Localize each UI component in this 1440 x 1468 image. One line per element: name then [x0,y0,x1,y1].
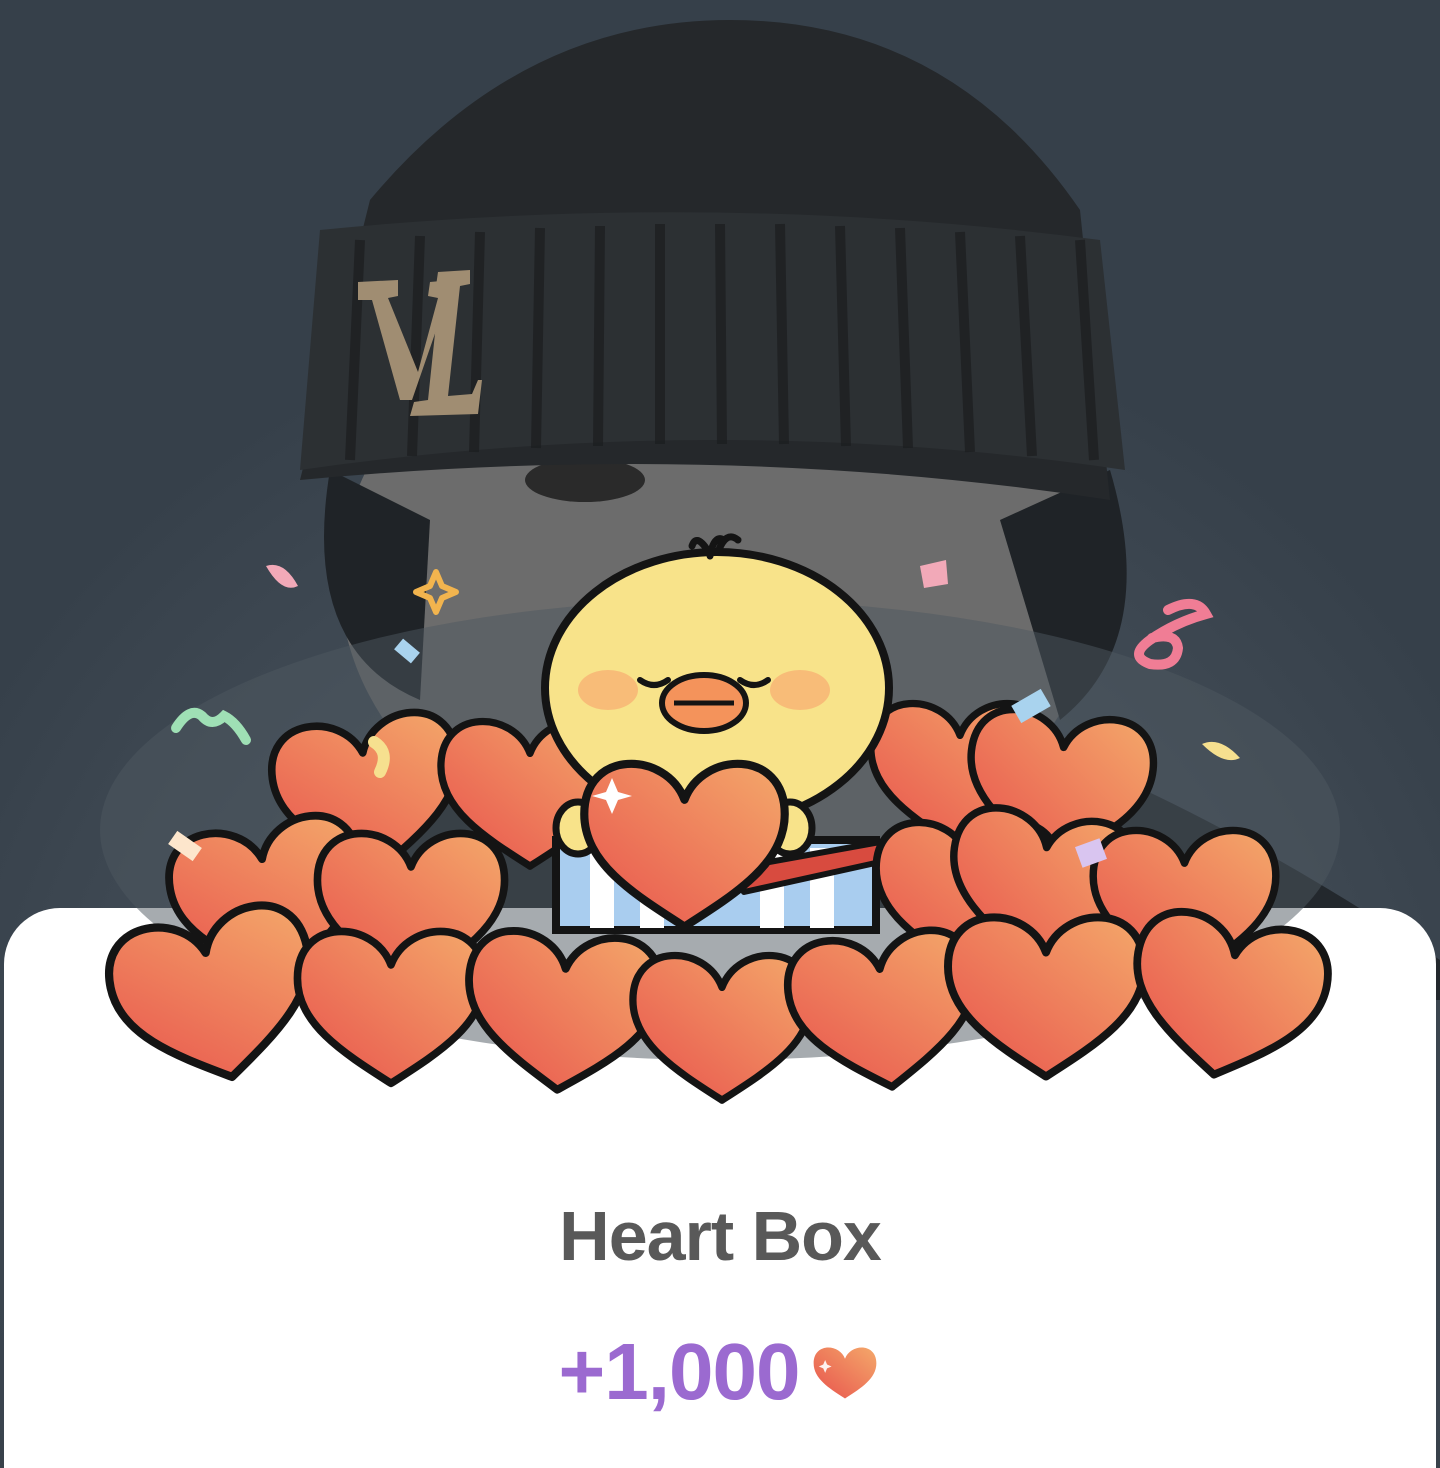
reward-amount-row: +1,000 [0,1326,1440,1418]
heart-icon [814,1347,877,1399]
reward-title: Heart Box [559,1197,882,1275]
reward-amount: +1,000 [558,1327,801,1416]
sparkle-icon [413,569,459,615]
